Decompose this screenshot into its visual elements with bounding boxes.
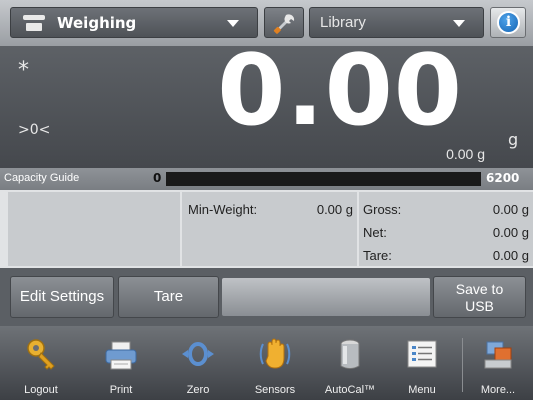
more-icon xyxy=(484,341,512,369)
nav-zero-label: Zero xyxy=(186,384,210,396)
reference-field-panel: Min-Weight: 0.00 g Gross: 0.00 g Net: 0.… xyxy=(0,190,533,268)
capacity-guide: Capacity Guide 0 6200 xyxy=(0,168,533,190)
printer-icon xyxy=(105,341,137,370)
application-mode-label: Weighing xyxy=(57,13,137,32)
chevron-down-icon xyxy=(227,20,239,27)
library-label: Library xyxy=(320,14,366,31)
capacity-min: 0 xyxy=(153,171,162,185)
nav-sensors-label: Sensors xyxy=(254,384,296,396)
empty-button-slot xyxy=(222,278,430,316)
tare-button[interactable]: Tare xyxy=(118,276,219,318)
nav-print[interactable]: Print xyxy=(86,326,156,400)
nav-print-label: Print xyxy=(109,384,133,396)
min-weight-value: 0.00 g xyxy=(316,202,353,217)
nav-more-label: More... xyxy=(480,384,516,396)
info-icon: i xyxy=(497,11,520,34)
tare-value: 0.00 g xyxy=(492,248,529,263)
weight-summary-cell: Gross: 0.00 g Net: 0.00 g Tare: 0.00 g xyxy=(359,192,533,266)
main-weight-value: 0.00 xyxy=(217,34,463,148)
nav-autocal[interactable]: AutoCal™ xyxy=(312,326,388,400)
edit-settings-button[interactable]: Edit Settings xyxy=(10,276,114,318)
capacity-bar xyxy=(166,172,481,186)
nav-logout-label: Logout xyxy=(24,384,58,396)
capacity-max: 6200 xyxy=(486,171,520,185)
nav-menu-label: Menu xyxy=(408,384,436,396)
tare-label: Tare: xyxy=(363,248,392,263)
nav-logout[interactable]: Logout xyxy=(6,326,76,400)
stability-indicator: * xyxy=(18,58,29,83)
save-to-usb-label-line2: USB xyxy=(465,298,494,314)
menu-list-icon xyxy=(407,340,437,368)
gross-label: Gross: xyxy=(363,202,402,217)
nav-autocal-label: AutoCal™ xyxy=(324,384,376,396)
balance-icon xyxy=(21,14,47,32)
main-weight-unit: g xyxy=(508,130,519,149)
wrench-icon xyxy=(273,14,295,34)
center-of-zero-indicator: >0< xyxy=(18,122,51,138)
capacity-guide-label: Capacity Guide xyxy=(4,172,80,184)
save-to-usb-label-line1: Save to xyxy=(455,281,504,297)
chevron-down-icon xyxy=(453,20,465,27)
min-weight-label: Min-Weight: xyxy=(188,202,258,217)
zero-icon xyxy=(182,342,214,366)
gross-value: 0.00 g xyxy=(492,202,529,217)
nav-menu[interactable]: Menu xyxy=(389,326,455,400)
bottom-nav-bar: Logout Print Zero Sensors AutoCal™ Menu … xyxy=(0,326,533,400)
net-label: Net: xyxy=(363,225,387,240)
action-button-row: Edit Settings Tare Save to USB xyxy=(0,268,533,326)
nav-divider xyxy=(462,338,463,392)
key-icon xyxy=(27,339,55,370)
hand-sensor-icon xyxy=(259,338,291,369)
net-value: 0.00 g xyxy=(492,225,529,240)
nav-zero[interactable]: Zero xyxy=(163,326,233,400)
secondary-weight-value: 0.00 g xyxy=(446,146,485,162)
nav-sensors[interactable]: Sensors xyxy=(240,326,310,400)
weight-display: * >0< 0.00 g 0.00 g xyxy=(0,34,533,168)
empty-info-cell xyxy=(8,192,180,266)
calibration-weight-icon xyxy=(340,339,360,369)
min-weight-cell: Min-Weight: 0.00 g xyxy=(182,192,357,266)
save-to-usb-button[interactable]: Save to USB xyxy=(433,276,526,318)
info-button[interactable]: i xyxy=(490,7,526,38)
nav-more[interactable]: More... xyxy=(466,326,530,400)
